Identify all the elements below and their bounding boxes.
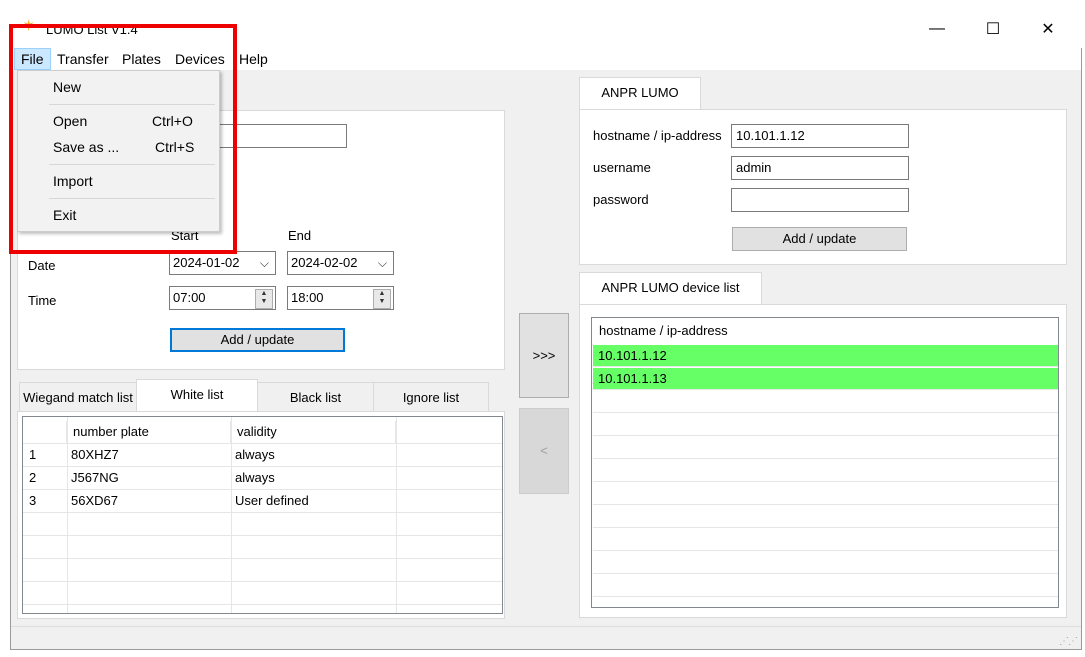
row-plate: 80XHZ7 [71,447,119,462]
maximize-button[interactable]: ☐ [970,14,1016,44]
list-item[interactable]: 10.101.1.13 [593,368,1058,390]
spinner-arrows-icon[interactable]: ▲ ▼ [373,289,391,309]
tab-anpr-lumo[interactable]: ANPR LUMO [579,77,701,110]
chevron-down-icon: ⌵ [259,256,269,270]
minimize-icon: — [929,20,945,37]
empty-row [593,552,1058,574]
minimize-button[interactable]: — [914,14,960,44]
empty-row [593,506,1058,528]
status-bar: ⋰⋰ [11,626,1081,649]
empty-row [23,582,502,605]
transfer-forward-button[interactable]: >>> [519,313,569,398]
close-icon: ✕ [1041,21,1055,38]
menu-help[interactable]: Help [233,48,274,70]
password-input[interactable] [731,188,909,212]
chevron-down-icon: ⌵ [377,256,387,270]
table-header-index [23,421,67,443]
hostname-input[interactable]: 10.101.1.12 [731,124,909,148]
list-item[interactable]: 10.101.1.12 [593,345,1058,367]
password-label: password [593,192,649,207]
tab-ignore-list[interactable]: Ignore list [373,382,489,412]
add-update-plate-button[interactable]: Add / update [170,328,345,352]
column-divider [396,417,397,613]
table-header-row: number plate validity [23,421,502,444]
date-label: Date [28,258,56,273]
empty-row [593,414,1058,436]
row-index: 3 [29,493,37,508]
tab-anpr-device-list[interactable]: ANPR LUMO device list [579,272,762,305]
username-input[interactable]: admin [731,156,909,180]
row-validity: User defined [235,493,309,508]
end-date-picker[interactable]: 2024-02-02 ⌵ [287,251,394,275]
row-validity: always [235,447,275,462]
start-date-picker[interactable]: 2024-01-02 ⌵ [169,251,276,275]
table-row[interactable]: 3 56XD67 User defined [23,490,502,513]
hostname-label: hostname / ip-address [593,128,722,143]
column-divider [67,417,68,613]
start-time-spinner[interactable]: 07:00 ▲ ▼ [169,286,276,310]
empty-row [593,437,1058,459]
transfer-back-button[interactable]: < [519,408,569,494]
tab-wiegand-match-list[interactable]: Wiegand match list [19,382,137,412]
device-list-header[interactable]: hostname / ip-address [599,323,728,338]
empty-row [593,391,1058,413]
empty-row [593,460,1058,482]
maximize-icon: ☐ [985,21,1001,38]
start-time-value: 07:00 [173,290,206,305]
device-list[interactable]: hostname / ip-address 10.101.1.12 10.101… [591,317,1059,608]
table-header-plate[interactable]: number plate [67,421,231,443]
spinner-arrows-icon[interactable]: ▲ ▼ [255,289,273,309]
plate-table[interactable]: number plate validity 1 80XHZ7 always 2 … [22,416,503,614]
annotation-highlight-box [9,24,237,254]
row-index: 2 [29,470,37,485]
row-validity: always [235,470,275,485]
end-time-spinner[interactable]: 18:00 ▲ ▼ [287,286,394,310]
empty-row [23,513,502,536]
empty-row [23,559,502,582]
close-button[interactable]: ✕ [1025,14,1071,44]
end-time-value: 18:00 [291,290,324,305]
row-plate: 56XD67 [71,493,118,508]
add-update-device-button[interactable]: Add / update [732,227,907,251]
table-row[interactable]: 2 J567NG always [23,467,502,490]
column-divider [231,417,232,613]
tab-black-list[interactable]: Black list [257,382,374,412]
end-label: End [288,228,312,243]
row-index: 1 [29,447,37,462]
tab-white-list[interactable]: White list [136,379,258,412]
row-plate: J567NG [71,470,119,485]
table-row[interactable]: 1 80XHZ7 always [23,444,502,467]
end-date-value: 2024-02-02 [291,255,358,270]
time-label: Time [28,293,57,308]
start-date-value: 2024-01-02 [173,255,240,270]
empty-row [593,483,1058,505]
username-label: username [593,160,651,175]
empty-row [593,575,1058,597]
empty-row [593,529,1058,551]
resize-grip-icon[interactable]: ⋰⋰ [1059,636,1078,647]
table-header-validity[interactable]: validity [231,421,396,443]
empty-row [23,536,502,559]
